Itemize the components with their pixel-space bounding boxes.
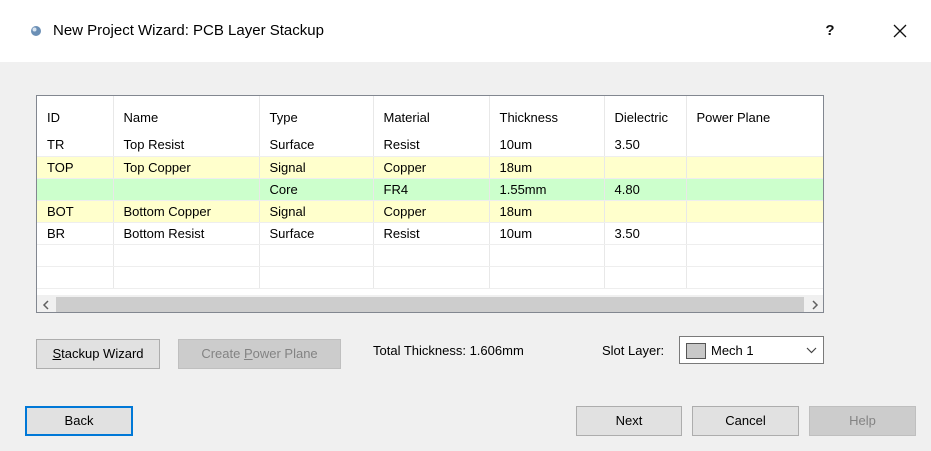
layer-color-swatch xyxy=(686,343,706,359)
title-bar: New Project Wizard: PCB Layer Stackup ? xyxy=(0,0,931,62)
create-power-plane-label-pre: Create xyxy=(201,346,244,361)
scroll-right-button[interactable] xyxy=(806,296,823,312)
table-row-empty[interactable] xyxy=(37,266,823,289)
scroll-thumb[interactable] xyxy=(56,297,804,312)
stackup-wizard-mnemonic: S xyxy=(52,346,62,361)
cell-empty[interactable] xyxy=(259,266,374,289)
cell-id[interactable]: BR xyxy=(37,222,114,245)
cell-id[interactable] xyxy=(37,178,114,201)
cell-empty[interactable] xyxy=(489,266,605,289)
chevron-down-icon xyxy=(806,347,817,354)
slot-layer-value: Mech 1 xyxy=(711,343,754,358)
cell-name[interactable] xyxy=(113,178,260,201)
chevron-right-icon xyxy=(811,299,818,310)
table-row-empty[interactable] xyxy=(37,244,823,267)
next-button[interactable]: Next xyxy=(576,406,682,436)
chevron-left-icon xyxy=(42,299,49,310)
column-header-dielectric[interactable]: Dielectric xyxy=(604,96,687,134)
cell-empty[interactable] xyxy=(259,244,374,267)
table-row[interactable]: BR Bottom Resist Surface Resist 10um 3.5… xyxy=(37,222,823,245)
cell-thickness[interactable]: 18um xyxy=(489,200,605,223)
cell-power-plane[interactable] xyxy=(686,200,823,223)
cell-dielectric[interactable]: 3.50 xyxy=(604,134,687,157)
cell-empty[interactable] xyxy=(373,244,490,267)
cell-dielectric[interactable] xyxy=(604,200,687,223)
table-row[interactable]: TR Top Resist Surface Resist 10um 3.50 xyxy=(37,134,823,157)
cell-thickness[interactable]: 18um xyxy=(489,156,605,179)
help-button[interactable]: Help xyxy=(809,406,916,436)
create-power-plane-label-post: ower Plane xyxy=(252,346,318,361)
window-title: New Project Wizard: PCB Layer Stackup xyxy=(53,22,324,39)
cell-empty[interactable] xyxy=(489,244,605,267)
cell-type[interactable]: Signal xyxy=(259,200,374,223)
cell-type[interactable]: Core xyxy=(259,178,374,201)
create-power-plane-mnemonic: P xyxy=(243,346,253,361)
cell-name[interactable]: Bottom Copper xyxy=(113,200,260,223)
cell-empty[interactable] xyxy=(604,244,687,267)
cell-material[interactable]: Copper xyxy=(373,200,490,223)
cell-name[interactable]: Top Resist xyxy=(113,134,260,157)
cell-power-plane[interactable] xyxy=(686,178,823,201)
scroll-track[interactable] xyxy=(54,296,806,312)
cell-empty[interactable] xyxy=(604,266,687,289)
cell-name[interactable]: Bottom Resist xyxy=(113,222,260,245)
cell-type[interactable]: Signal xyxy=(259,156,374,179)
cell-empty[interactable] xyxy=(686,244,823,267)
cell-empty[interactable] xyxy=(686,266,823,289)
cell-empty[interactable] xyxy=(37,244,114,267)
app-icon xyxy=(31,26,41,36)
stackup-wizard-label: tackup Wizard xyxy=(61,346,144,361)
cell-id[interactable]: BOT xyxy=(37,200,114,223)
cell-material[interactable]: Resist xyxy=(373,222,490,245)
column-header-thickness[interactable]: Thickness xyxy=(489,96,605,134)
cell-dielectric[interactable]: 3.50 xyxy=(604,222,687,245)
table-row[interactable]: BOT Bottom Copper Signal Copper 18um xyxy=(37,200,823,223)
horizontal-scrollbar[interactable] xyxy=(37,295,823,312)
slot-layer-label: Slot Layer: xyxy=(602,343,665,358)
cell-material[interactable]: Resist xyxy=(373,134,490,157)
scroll-left-button[interactable] xyxy=(37,296,54,312)
cell-dielectric[interactable] xyxy=(604,156,687,179)
cell-empty[interactable] xyxy=(113,266,260,289)
cell-thickness[interactable]: 10um xyxy=(489,222,605,245)
cell-material[interactable]: Copper xyxy=(373,156,490,179)
total-thickness-label: Total Thickness: 1.606mm xyxy=(373,343,524,358)
cell-empty[interactable] xyxy=(373,266,490,289)
column-header-type[interactable]: Type xyxy=(259,96,374,134)
cancel-button[interactable]: Cancel xyxy=(692,406,799,436)
slot-layer-select[interactable]: Mech 1 xyxy=(679,336,824,364)
help-title-button[interactable]: ? xyxy=(810,16,850,46)
cell-dielectric[interactable]: 4.80 xyxy=(604,178,687,201)
cell-type[interactable]: Surface xyxy=(259,222,374,245)
table-row[interactable]: Core FR4 1.55mm 4.80 xyxy=(37,178,823,201)
stackup-wizard-button[interactable]: Stackup Wizard xyxy=(36,339,160,369)
cell-type[interactable]: Surface xyxy=(259,134,374,157)
cell-id[interactable]: TR xyxy=(37,134,114,157)
cell-power-plane[interactable] xyxy=(686,156,823,179)
cell-thickness[interactable]: 1.55mm xyxy=(489,178,605,201)
cell-power-plane[interactable] xyxy=(686,222,823,245)
cell-material[interactable]: FR4 xyxy=(373,178,490,201)
close-icon xyxy=(893,24,907,38)
column-header-id[interactable]: ID xyxy=(37,96,114,134)
create-power-plane-button[interactable]: Create Power Plane xyxy=(178,339,341,369)
cell-empty[interactable] xyxy=(37,266,114,289)
column-header-material[interactable]: Material xyxy=(373,96,490,134)
layer-stack-grid[interactable]: ID Name Type Material Thickness Dielectr… xyxy=(36,95,824,313)
cell-name[interactable]: Top Copper xyxy=(113,156,260,179)
column-header-name[interactable]: Name xyxy=(113,96,260,134)
table-row[interactable]: TOP Top Copper Signal Copper 18um xyxy=(37,156,823,179)
back-button[interactable]: Back xyxy=(25,406,133,436)
cell-thickness[interactable]: 10um xyxy=(489,134,605,157)
close-button[interactable] xyxy=(880,16,920,46)
cell-id[interactable]: TOP xyxy=(37,156,114,179)
cell-power-plane[interactable] xyxy=(686,134,823,157)
column-header-power-plane[interactable]: Power Plane xyxy=(686,96,823,134)
cell-empty[interactable] xyxy=(113,244,260,267)
grid-header-row: ID Name Type Material Thickness Dielectr… xyxy=(37,96,823,134)
